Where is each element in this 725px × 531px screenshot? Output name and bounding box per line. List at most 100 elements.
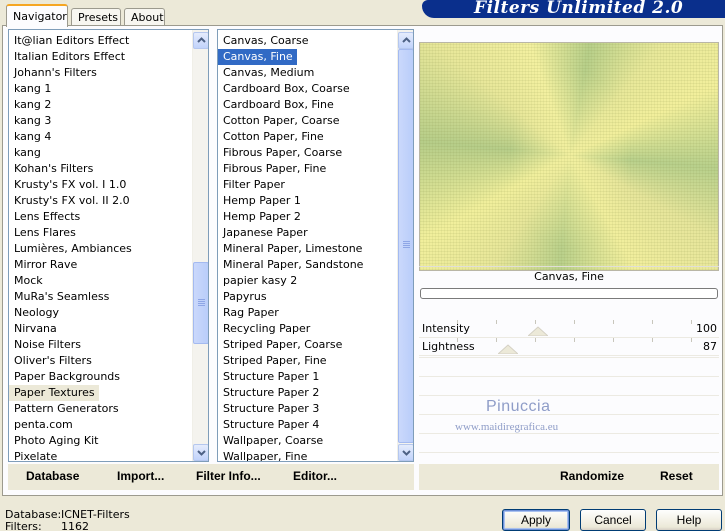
category-item[interactable]: Kohan's Filters [9,161,132,177]
filter-list[interactable]: Canvas, Coarse Canvas, Fine Canvas, Medium… [217,29,414,462]
category-scroll-down-button[interactable] [193,444,208,461]
filter-item[interactable]: papier kasy 2 [218,273,363,289]
category-item[interactable]: Italian Editors Effect [9,49,132,65]
filter-item[interactable]: Structure Paper 3 [218,401,363,417]
filter-item[interactable]: Hemp Paper 2 [218,209,363,225]
filter-item[interactable]: Wallpaper, Coarse [218,433,363,449]
category-scroll-up-button[interactable] [193,32,208,49]
filter-item[interactable]: Fibrous Paper, Coarse [218,145,363,161]
category-item[interactable]: Lens Effects [9,209,132,225]
randomize-button[interactable]: Randomize [560,469,624,483]
category-item[interactable]: kang 4 [9,129,132,145]
cancel-button[interactable]: Cancel [580,509,646,531]
filter-item[interactable]: Papyrus [218,289,363,305]
filter-scrollbar[interactable] [397,30,413,461]
category-row: Nirvana [9,321,132,337]
category-item[interactable]: Pattern Generators [9,401,132,417]
category-scroll-thumb[interactable] [193,262,208,344]
filter-item-selected[interactable]: Canvas, Fine [218,49,297,65]
filter-item[interactable]: Wallpaper, Fine [218,449,363,461]
filter-scroll-up-button[interactable] [398,32,413,49]
slider-slot-empty [419,395,719,413]
tab-navigator[interactable]: Navigator [6,4,68,27]
tab-about[interactable]: About [124,8,165,26]
category-row: Photo Aging Kit [9,433,132,449]
category-item[interactable]: MuRa's Seamless [9,289,132,305]
filter-item[interactable]: Cardboard Box, Coarse [218,81,363,97]
category-item[interactable]: Krusty's FX vol. II 2.0 [9,193,132,209]
filter-item[interactable]: Structure Paper 1 [218,369,363,385]
category-scrollbar[interactable] [192,30,208,461]
filter-item[interactable]: Filter Paper [218,177,363,193]
database-button[interactable]: Database [26,469,79,483]
filter-row: Japanese Paper [218,225,363,241]
slider-thumb[interactable] [498,344,519,354]
slider-label-intensity: Intensity [422,322,470,335]
editor-button[interactable]: Editor... [293,469,337,483]
filter-item[interactable]: Fibrous Paper, Fine [218,161,363,177]
category-row: kang 3 [9,113,132,129]
filter-scroll-down-button[interactable] [398,444,413,461]
category-item[interactable]: Paper Backgrounds [9,369,132,385]
category-item[interactable]: kang 3 [9,113,132,129]
filter-scroll-thumb[interactable] [398,49,413,443]
import-button[interactable]: Import... [117,469,164,483]
reset-button[interactable]: Reset [660,469,693,483]
help-button[interactable]: Help [656,509,722,531]
category-item[interactable]: Neology [9,305,132,321]
filter-row: Canvas, Fine [218,49,363,65]
filter-row: Structure Paper 2 [218,385,363,401]
category-list[interactable]: It@lian Editors Effect Italian Editors Ef… [8,29,209,462]
filter-row: Recycling Paper [218,321,363,337]
category-item[interactable]: Mock [9,273,132,289]
parameter-toolbar: Randomize Reset [419,464,719,490]
category-row: kang 2 [9,97,132,113]
slider-label-lightness: Lightness [422,340,475,353]
category-item[interactable]: kang 2 [9,97,132,113]
category-item[interactable]: kang 1 [9,81,132,97]
filter-item[interactable]: Rag Paper [218,305,363,321]
slider-intensity[interactable]: Intensity 100 [419,320,719,338]
filter-item[interactable]: Striped Paper, Coarse [218,337,363,353]
category-item[interactable]: Photo Aging Kit [9,433,132,449]
slider-lightness[interactable]: Lightness 87 [419,338,719,356]
category-item[interactable]: Krusty's FX vol. I 1.0 [9,177,132,193]
category-item-selected[interactable]: Paper Textures [9,385,99,401]
watermark-name: Pinuccia [486,398,551,415]
filter-item[interactable]: Striped Paper, Fine [218,353,363,369]
filter-item[interactable]: Hemp Paper 1 [218,193,363,209]
filter-item[interactable]: Cardboard Box, Fine [218,97,363,113]
category-item[interactable]: penta.com [9,417,132,433]
filter-row: Wallpaper, Fine [218,449,363,461]
category-row: Krusty's FX vol. II 2.0 [9,193,132,209]
filter-row: Mineral Paper, Sandstone [218,257,363,273]
category-item[interactable]: Pixelate [9,449,132,461]
apply-button[interactable]: Apply [502,509,570,531]
filter-item[interactable]: Mineral Paper, Sandstone [218,257,363,273]
category-item[interactable]: Oliver's Filters [9,353,132,369]
category-item[interactable]: Mirror Rave [9,257,132,273]
category-item[interactable]: Lens Flares [9,225,132,241]
filter-item[interactable]: Structure Paper 2 [218,385,363,401]
filter-item[interactable]: Structure Paper 4 [218,417,363,433]
category-item[interactable]: It@lian Editors Effect [9,33,132,49]
filter-item[interactable]: Japanese Paper [218,225,363,241]
filter-item[interactable]: Canvas, Medium [218,65,363,81]
filter-item[interactable]: Recycling Paper [218,321,363,337]
category-items: It@lian Editors Effect Italian Editors Ef… [9,33,132,461]
slider-value-intensity: 100 [696,322,717,335]
filter-item[interactable]: Cotton Paper, Coarse [218,113,363,129]
category-item[interactable]: kang [9,145,132,161]
category-item[interactable]: Lumières, Ambiances [9,241,132,257]
filter-item[interactable]: Mineral Paper, Limestone [218,241,363,257]
filter-item[interactable]: Cotton Paper, Fine [218,129,363,145]
category-item[interactable]: Noise Filters [9,337,132,353]
category-item[interactable]: Nirvana [9,321,132,337]
tab-presets[interactable]: Presets [71,8,121,26]
filter-item[interactable]: Canvas, Coarse [218,33,363,49]
category-row: Paper Textures [9,385,132,401]
category-row: penta.com [9,417,132,433]
filter-info-button[interactable]: Filter Info... [196,469,261,483]
slider-thumb[interactable] [528,326,548,336]
category-item[interactable]: Johann's Filters [9,65,132,81]
